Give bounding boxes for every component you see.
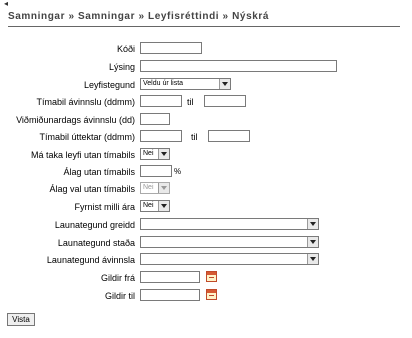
vidmidunardags-input[interactable] [140,113,170,125]
label-fyrnist: Fyrnist milli ára [74,202,135,212]
label-launategund-greidd: Launategund greidd [54,220,135,230]
row-timabil-avinnslu: Tímabil ávinnslu (ddmm) til [0,95,412,109]
row-alag-val: Álag val utan tímabils Nei [0,182,412,196]
fyrnist-select[interactable]: Nei [140,200,170,212]
label-timabil-uttektar: Tímabil úttektar (ddmm) [39,132,135,142]
timabil-avinnslu-to-input[interactable] [204,95,246,107]
leyfistegund-selected: Veldu úr lista [143,80,184,87]
timabil-uttektar-to-input[interactable] [208,130,250,142]
row-launategund-greidd: Launategund greidd [0,218,412,232]
back-arrow-icon[interactable]: ◂ [4,0,8,8]
row-leyfistegund: Leyfistegund Veldu úr lista [0,78,412,92]
chevron-down-icon[interactable] [158,201,169,211]
label-launategund-avinnsla: Launategund ávinnsla [46,255,135,265]
row-timabil-uttektar: Tímabil úttektar (ddmm) til [0,130,412,144]
timabil-avinnslu-from-input[interactable] [140,95,182,107]
row-gildir-til: Gildir til [0,289,412,303]
label-ma-taka-leyfi: Má taka leyfi utan tímabils [30,150,135,160]
alag-val-selected: Nei [143,184,154,191]
timabil-uttektar-separator: til [191,132,198,142]
chevron-down-icon[interactable] [158,149,169,159]
chevron-down-icon[interactable] [307,237,318,247]
row-lysing: Lýsing [0,60,412,74]
label-alag-utan: Álag utan tímabils [63,167,135,177]
row-alag-utan: Álag utan tímabils % [0,165,412,179]
label-leyfistegund: Leyfistegund [83,80,135,90]
row-gildir-fra: Gildir frá [0,271,412,285]
row-launategund-stada: Launategund staða [0,236,412,250]
lysing-input[interactable] [140,60,337,72]
kodi-input[interactable] [140,42,202,54]
label-alag-val: Álag val utan tímabils [49,184,135,194]
row-ma-taka-leyfi: Má taka leyfi utan tímabils Nei [0,148,412,162]
vista-button[interactable]: Vista [7,313,35,326]
calendar-icon[interactable] [206,271,217,282]
label-lysing: Lýsing [108,62,135,72]
chevron-down-icon[interactable] [307,219,318,229]
label-gildir-fra: Gildir frá [100,273,135,283]
gildir-til-input[interactable] [140,289,200,301]
launategund-greidd-select[interactable] [140,218,319,230]
timabil-uttektar-from-input[interactable] [140,130,182,142]
row-launategund-avinnsla: Launategund ávinnsla [0,253,412,267]
alag-utan-unit: % [174,167,182,176]
launategund-avinnsla-select[interactable] [140,253,319,265]
label-gildir-til: Gildir til [104,291,135,301]
row-fyrnist: Fyrnist milli ára Nei [0,200,412,214]
alag-utan-input[interactable] [140,165,172,177]
ma-taka-leyfi-select[interactable]: Nei [140,148,170,160]
label-kodi: Kóði [116,44,135,54]
gildir-fra-input[interactable] [140,271,200,283]
ma-taka-leyfi-selected: Nei [143,150,154,157]
launategund-stada-select[interactable] [140,236,319,248]
leyfistegund-select[interactable]: Veldu úr lista [140,78,231,90]
calendar-icon[interactable] [206,289,217,300]
alag-val-select: Nei [140,182,170,194]
label-timabil-avinnslu: Tímabil ávinnslu (ddmm) [36,97,135,107]
label-vidmidunardags: Viðmiðunardags ávinnslu (dd) [16,115,135,125]
breadcrumb: Samningar » Samningar » Leyfisréttindi »… [8,11,270,22]
timabil-avinnslu-separator: til [187,97,194,107]
fyrnist-selected: Nei [143,202,154,209]
chevron-down-icon[interactable] [219,79,230,89]
chevron-down-icon [158,183,169,193]
breadcrumb-divider [8,26,400,27]
row-kodi: Kóði [0,42,412,56]
label-launategund-stada: Launategund staða [57,238,135,248]
chevron-down-icon[interactable] [307,254,318,264]
row-vidmidunardags: Viðmiðunardags ávinnslu (dd) [0,113,412,127]
